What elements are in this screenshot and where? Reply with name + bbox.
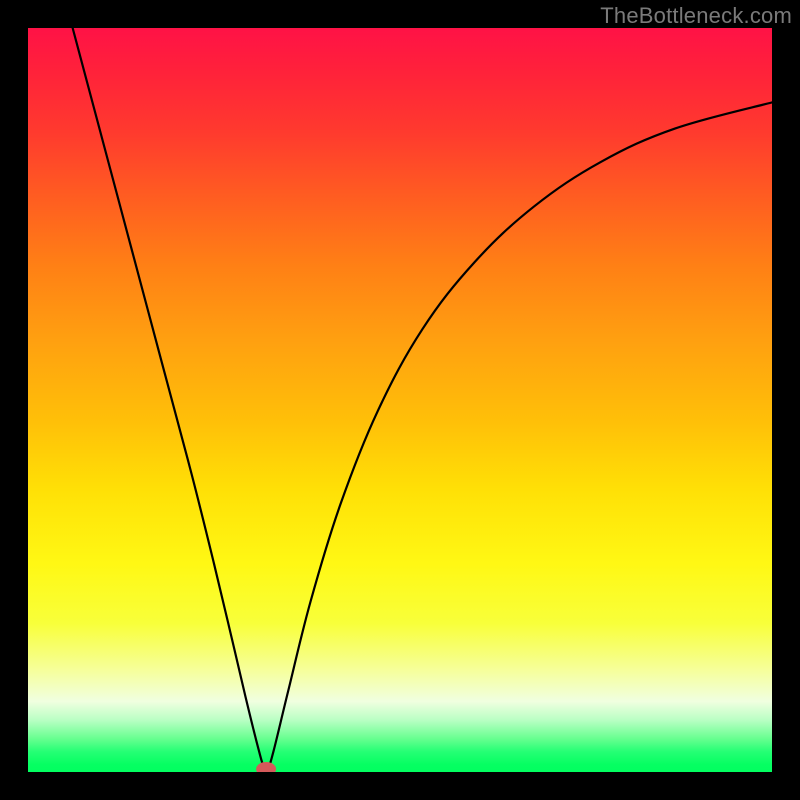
- curve-svg: [28, 28, 772, 772]
- watermark-text: TheBottleneck.com: [600, 3, 792, 29]
- bottleneck-curve: [73, 28, 772, 769]
- plot-area: [28, 28, 772, 772]
- chart-container: TheBottleneck.com: [0, 0, 800, 800]
- optimal-point-marker: [256, 762, 276, 772]
